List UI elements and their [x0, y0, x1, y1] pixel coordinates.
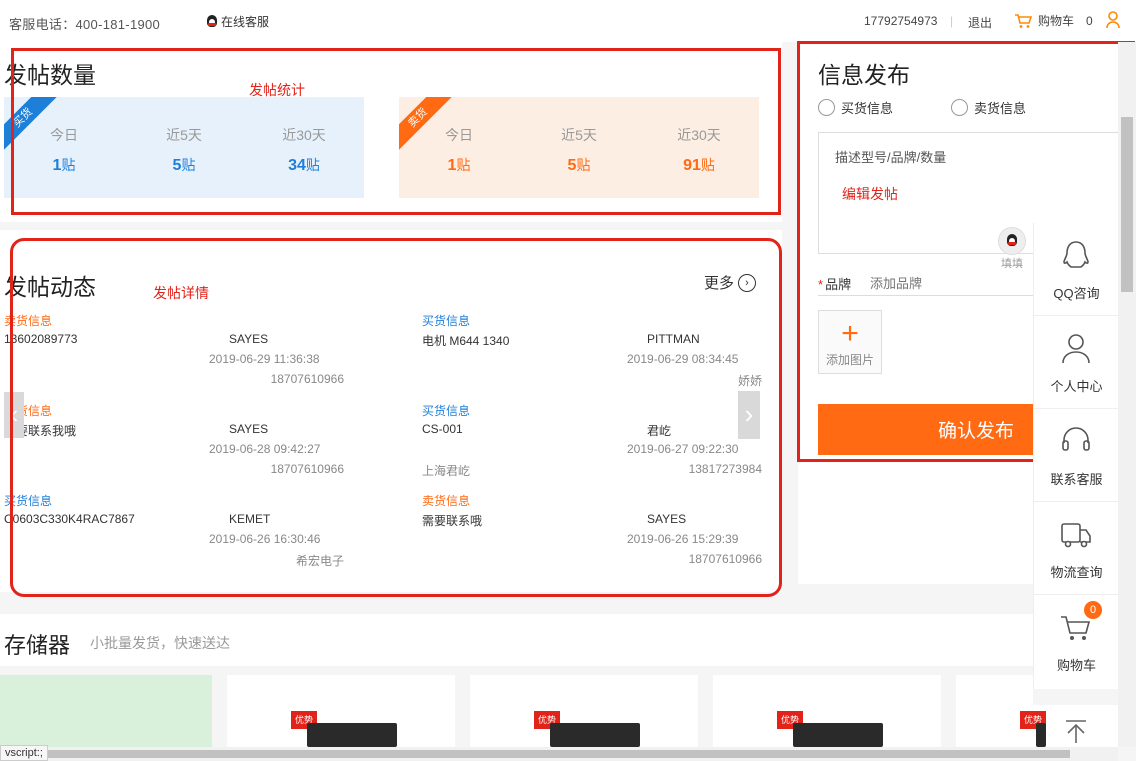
product-image — [793, 723, 883, 747]
cart-icon — [1015, 13, 1032, 28]
online-service-label: 在线客服 — [221, 15, 270, 29]
sidebar-item-logistics[interactable]: 物流查询 — [1034, 502, 1119, 595]
top-cart-link[interactable]: 购物车 0 — [1014, 12, 1093, 29]
product-card[interactable]: 优势 — [713, 675, 941, 747]
scrollbar-thumb[interactable] — [1121, 117, 1133, 292]
headset-icon — [1062, 427, 1090, 451]
hotline-text: 客服电话：400-181-1900 — [9, 17, 161, 32]
sidebar-label: 购物车 — [1056, 658, 1096, 673]
horizontal-scrollbar[interactable] — [0, 747, 1118, 761]
sidebar-label: 联系客服 — [1050, 472, 1103, 487]
vertical-scrollbar[interactable] — [1118, 42, 1136, 747]
sidebar-label: 个人中心 — [1050, 379, 1103, 394]
cart-count: 0 — [1086, 13, 1093, 28]
sidebar-item-qq[interactable]: QQ咨询 — [1034, 223, 1119, 316]
user-icon[interactable] — [1106, 11, 1120, 32]
qq-penguin-icon — [206, 14, 218, 29]
arrow-up-icon — [1066, 720, 1086, 743]
online-service-link[interactable]: 在线客服 — [206, 13, 269, 30]
qq-penguin-icon — [1063, 241, 1089, 268]
feed-highlight-box — [10, 238, 782, 597]
cart-label: 购物车 — [1038, 14, 1075, 28]
product-image — [307, 723, 397, 747]
storage-subtitle: 小批量发货，快速送达 — [90, 635, 230, 651]
status-bar: vscript:; — [0, 745, 48, 761]
product-card[interactable]: 优势 — [227, 675, 455, 747]
product-image — [1036, 723, 1046, 747]
scrollbar-thumb[interactable] — [40, 750, 1070, 758]
topbar-separator: | — [950, 14, 954, 28]
truck-icon — [1061, 523, 1091, 548]
product-image — [550, 723, 640, 747]
logout-link[interactable]: 退出 — [968, 14, 992, 31]
sidebar-label: QQ咨询 — [1053, 286, 1100, 301]
product-card[interactable]: 优势 — [956, 675, 1046, 747]
right-sidebar: QQ咨询 个人中心 联系客服 物流查询 0 购物车 — [1033, 223, 1119, 689]
sidebar-item-contact-service[interactable]: 联系客服 — [1034, 409, 1119, 502]
storage-banner[interactable] — [0, 675, 212, 747]
sidebar-label: 物流查询 — [1050, 565, 1103, 580]
stats-highlight-box — [11, 48, 781, 215]
storage-title: 存储器 — [4, 633, 71, 658]
top-bar: 客服电话：400-181-1900 在线客服 17792754973 | 退出 … — [0, 0, 1136, 42]
product-card[interactable]: 优势 — [470, 675, 698, 747]
sidebar-item-cart[interactable]: 0 购物车 — [1034, 595, 1119, 688]
user-icon — [1062, 334, 1090, 364]
account-phone[interactable]: 17792754973 — [864, 14, 937, 28]
cart-badge: 0 — [1084, 601, 1102, 619]
sidebar-item-user-center[interactable]: 个人中心 — [1034, 316, 1119, 409]
